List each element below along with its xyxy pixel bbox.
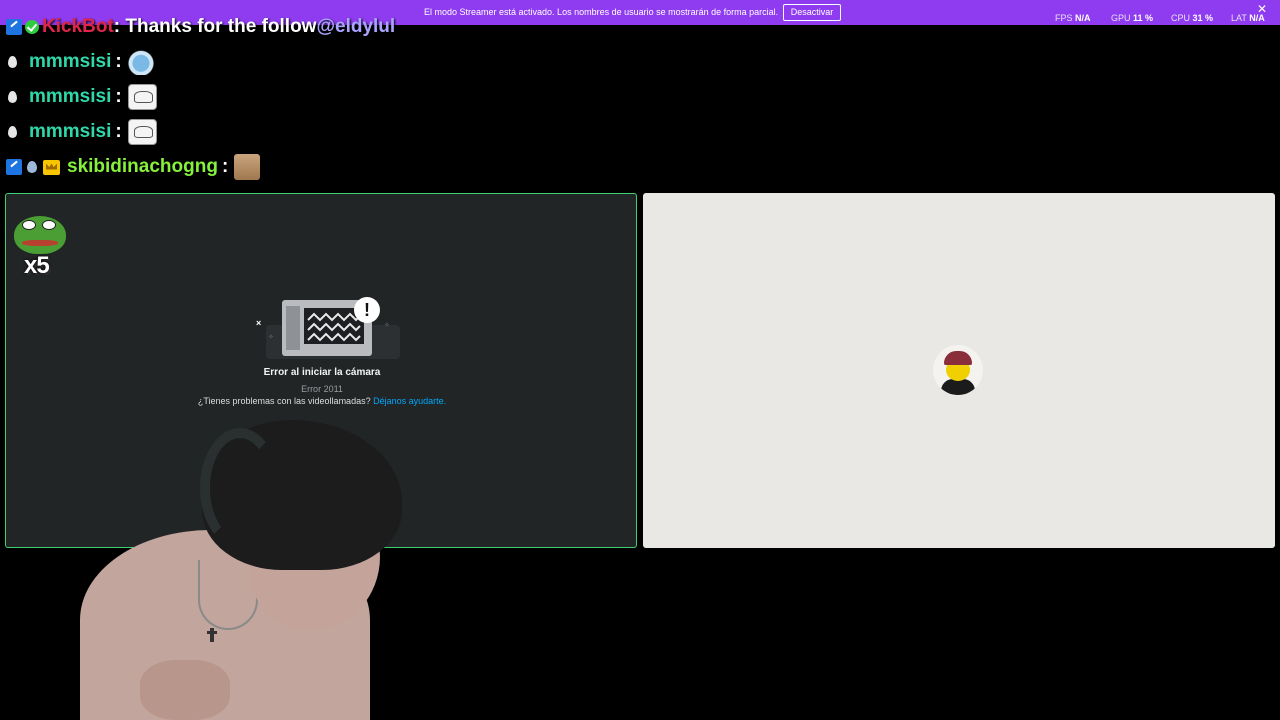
lat-value: N/A (1249, 13, 1265, 23)
emote-count: x5 (24, 252, 50, 279)
sketch-emote (127, 84, 157, 110)
streamer-webcam (80, 420, 410, 720)
chat-message: skibidinachogng : (6, 152, 261, 182)
sparkle-icon: ✧ (384, 322, 390, 329)
chat-username: skibidinachogng (67, 156, 218, 177)
drop-icon (27, 161, 37, 173)
pepe-emote (14, 216, 66, 256)
monitor-side (286, 306, 300, 350)
help-line: ¿Tienes problemas con las videollamadas?… (6, 396, 636, 406)
camera-error-title: Error al iniciar la cámara (263, 367, 381, 378)
lat-label: LAT (1231, 13, 1247, 23)
close-icon: × (256, 318, 262, 328)
fps-stat: FPS N/A (1055, 13, 1091, 23)
drop-icon (8, 56, 17, 68)
crying-face-emote (127, 49, 154, 75)
gpu-stat: GPU 11 % (1111, 13, 1153, 23)
avatar[interactable] (933, 345, 983, 395)
chat-username: KickBot (42, 16, 114, 37)
chat-username: mmmsisi (29, 86, 112, 107)
help-text: ¿Tienes problemas con las videollamadas? (197, 396, 371, 406)
avatar-cap (944, 351, 972, 365)
webcam-chain (198, 560, 258, 630)
lat-stat: LAT N/A (1231, 13, 1265, 23)
avatar-body (941, 379, 975, 395)
help-link[interactable]: Déjanos ayudarte. (373, 396, 446, 406)
fps-value: N/A (1075, 13, 1091, 23)
chat-message: KickBot : Thanks for the follow @eldylul (6, 12, 395, 42)
webcam-hand (140, 660, 230, 720)
pepe-eye (42, 220, 56, 230)
chat-text: : Thanks for the follow (113, 16, 317, 37)
camera-error-illustration: × ! ✧ ✧ (256, 297, 404, 359)
deactivate-streamer-mode-button[interactable]: Desactivar (783, 4, 841, 21)
chat-message: mmmsisi : (6, 82, 157, 112)
chat-message: mmmsisi : (6, 47, 154, 77)
headphones-icon (200, 428, 280, 548)
chat-separator: : (115, 86, 122, 107)
chat-username: mmmsisi (29, 51, 112, 72)
streamer-mode-message: El modo Streamer está activado. Los nomb… (424, 7, 779, 17)
gpu-label: GPU (1111, 13, 1131, 23)
cat-emote (234, 154, 261, 180)
verified-icon (6, 19, 22, 35)
fps-label: FPS (1055, 13, 1073, 23)
pepe-eye (22, 220, 36, 230)
alert-icon: ! (354, 297, 380, 323)
crown-icon (43, 159, 60, 175)
cpu-label: CPU (1171, 13, 1191, 23)
verified-icon (6, 159, 22, 175)
chat-separator: : (221, 156, 229, 177)
chat-separator: : (115, 121, 122, 142)
cross-pendant-icon (207, 628, 217, 642)
cpu-stat: CPU 31 % (1171, 13, 1213, 23)
camera-error-code: Error 2011 (301, 384, 343, 394)
drop-icon (8, 91, 17, 103)
sketch-emote (127, 119, 157, 145)
cpu-value: 31 % (1192, 13, 1214, 23)
pepe-mouth (22, 240, 58, 246)
check-icon (25, 20, 39, 34)
chat-separator: : (115, 51, 122, 72)
chat-mention: @eldylul (316, 16, 396, 37)
video-tile-participant[interactable] (643, 193, 1275, 548)
chat-message: mmmsisi : (6, 117, 157, 147)
sparkle-icon: ✧ (268, 334, 274, 341)
chat-username: mmmsisi (29, 121, 112, 142)
drop-icon (8, 126, 17, 138)
gpu-value: 11 % (1133, 13, 1154, 23)
